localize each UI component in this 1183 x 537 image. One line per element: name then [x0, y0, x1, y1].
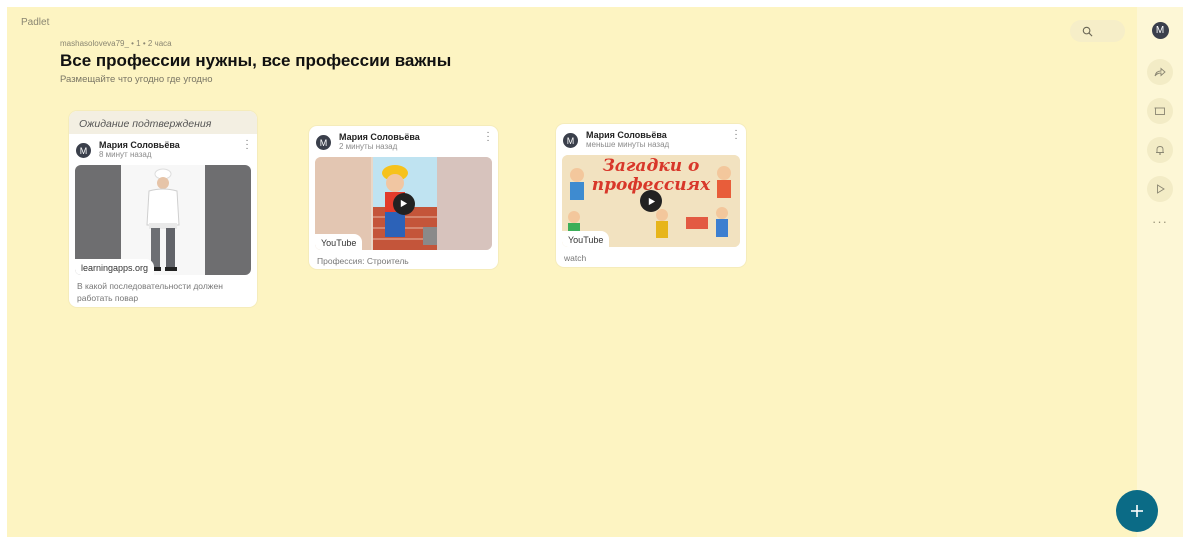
more-options-button[interactable]: ···	[1152, 215, 1168, 228]
post-author: Мария Соловьёва	[339, 132, 420, 142]
post-header: M Мария Соловьёва 8 минут назад · · ·	[69, 134, 257, 160]
post-menu-button[interactable]: · · ·	[244, 136, 250, 154]
play-slideshow-button[interactable]	[1147, 176, 1173, 202]
post-caption: Профессия: Строитель	[317, 256, 409, 266]
post-card-2[interactable]: M Мария Соловьёва 2 минуты назад · · · Y…	[309, 126, 498, 269]
avatar: M	[563, 133, 578, 148]
slideshow-button[interactable]	[1147, 98, 1173, 124]
post-time: 8 минут назад	[99, 150, 152, 159]
plus-icon	[1131, 505, 1143, 517]
source-badge: YouTube	[315, 234, 363, 250]
board-title: Все профессии нужны, все профессии важны	[60, 51, 452, 70]
play-icon	[648, 197, 655, 205]
source-badge: learningapps.org	[75, 259, 155, 275]
play-outline-icon	[1157, 184, 1165, 194]
post-thumbnail[interactable]: learningapps.org	[75, 165, 251, 275]
pending-approval-label: Ожидание подтверждения	[69, 111, 257, 134]
share-icon	[1154, 67, 1166, 77]
avatar: M	[76, 143, 91, 158]
post-menu-button[interactable]: · · ·	[733, 126, 739, 144]
board-subtitle: Размещайте что угодно где угодно	[60, 74, 213, 85]
post-time: 2 минуты назад	[339, 142, 398, 151]
post-time: меньше минуты назад	[586, 140, 670, 149]
right-toolbar: M ···	[1137, 7, 1183, 537]
share-button[interactable]	[1147, 59, 1173, 85]
post-caption: watch	[564, 253, 587, 263]
video-thumbnail[interactable]: YouTube	[315, 157, 492, 250]
post-header: M Мария Соловьёва 2 минуты назад · · ·	[309, 126, 498, 152]
avatar: M	[316, 135, 331, 150]
padlet-board: Padlet mashasoloveva79_ • 1 • 2 часа Все…	[7, 7, 1183, 537]
post-author: Мария Соловьёва	[586, 130, 667, 140]
post-caption: В какой последовательности должен работа…	[77, 281, 223, 303]
frame-icon	[1154, 107, 1165, 115]
padlet-logo[interactable]: Padlet	[21, 17, 49, 28]
play-icon	[400, 199, 408, 208]
play-button[interactable]	[640, 190, 662, 212]
post-card-3[interactable]: M Мария Соловьёва меньше минуты назад · ·…	[556, 124, 746, 267]
post-header: M Мария Соловьёва меньше минуты назад · ·…	[556, 124, 746, 150]
post-card-1[interactable]: Ожидание подтверждения M Мария Соловьёва…	[69, 111, 257, 307]
post-author: Мария Соловьёва	[99, 140, 180, 150]
add-post-button[interactable]	[1116, 490, 1158, 532]
board-meta: mashasoloveva79_ • 1 • 2 часа	[60, 39, 172, 48]
post-menu-button[interactable]: · · ·	[485, 128, 491, 146]
notifications-button[interactable]	[1147, 137, 1173, 163]
video-thumbnail[interactable]: Загадки о профессиях YouTube	[562, 155, 740, 247]
play-button[interactable]	[392, 192, 415, 215]
bell-icon	[1156, 146, 1164, 155]
search-icon	[1082, 26, 1093, 36]
search-button[interactable]	[1070, 20, 1125, 42]
source-badge: YouTube	[562, 231, 610, 247]
user-avatar[interactable]: M	[1151, 22, 1169, 39]
